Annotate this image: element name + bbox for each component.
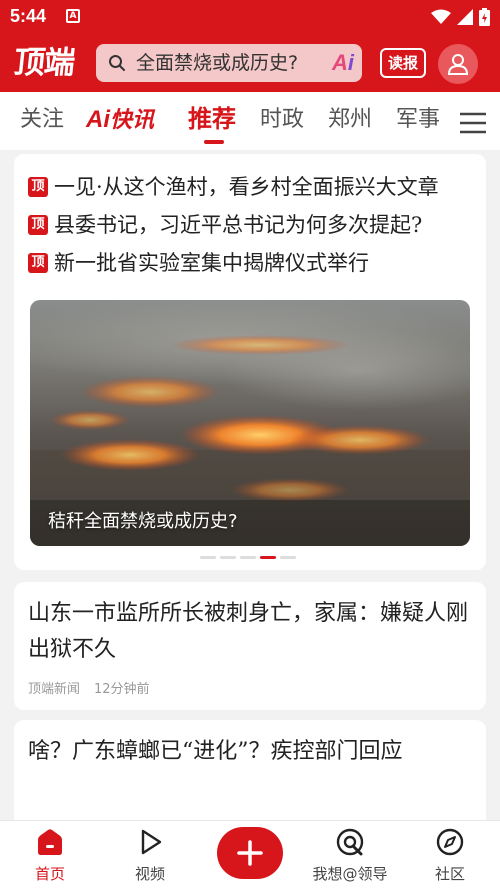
- at-leader-icon: [336, 828, 364, 856]
- compass-icon: [436, 828, 464, 856]
- ding-badge: 顶: [28, 253, 48, 273]
- nav-leader-label: 我想@领导: [312, 865, 388, 883]
- menu-icon[interactable]: [460, 112, 486, 134]
- search-placeholder: 全面禁烧或成历史?: [136, 52, 299, 74]
- tab-follow[interactable]: 关注: [20, 106, 64, 134]
- status-time: 5:44: [10, 6, 47, 26]
- signal-icon: [457, 9, 473, 25]
- news-time: 12分钟前: [94, 682, 150, 697]
- nav-home-label: 首页: [34, 865, 65, 883]
- tab-military[interactable]: 军事: [396, 106, 440, 134]
- carousel-dot: [240, 556, 256, 559]
- ding-badge: 顶: [28, 177, 48, 197]
- play-icon: [141, 829, 162, 855]
- headline-item[interactable]: 顶 新一批省实验室集中揭牌仪式举行: [28, 248, 369, 278]
- read-newspaper-button[interactable]: 读报: [380, 48, 426, 78]
- plus-icon: [237, 840, 263, 866]
- search-icon: [109, 55, 125, 71]
- tab-zhengzhou[interactable]: 郑州: [328, 106, 372, 134]
- news-meta: 顶端新闻 12分钟前: [28, 678, 150, 697]
- news-card[interactable]: 啥？广东蟑螂已“进化”？疾控部门回应: [14, 720, 486, 830]
- status-bar: 5:44 A: [0, 0, 500, 34]
- tab-ai-news[interactable]: Ai快讯: [86, 106, 154, 135]
- hero-caption: 秸秆全面禁烧或成历史?: [48, 511, 238, 532]
- user-profile-button[interactable]: [438, 44, 478, 84]
- news-title: 啥？广东蟑螂已“进化”？疾控部门回应: [28, 739, 403, 764]
- user-icon: [447, 54, 469, 75]
- carousel-dot: [220, 556, 236, 559]
- home-icon: [38, 829, 62, 855]
- headline-text: 县委书记，习近平总书记为何多次提起?: [54, 213, 423, 237]
- wifi-icon: [431, 9, 451, 24]
- nav-home[interactable]: 首页: [5, 821, 95, 888]
- nav-community[interactable]: 社区: [405, 821, 495, 888]
- channel-tabs: 关注 Ai快讯 推荐 时政 郑州 军事: [0, 92, 500, 150]
- carousel-dot: [280, 556, 296, 559]
- active-tab-indicator: [204, 140, 224, 144]
- ding-badge: 顶: [28, 215, 48, 235]
- bottom-navigation: 首页 视频 我想@领导 社区: [0, 820, 500, 888]
- search-bar[interactable]: 全面禁烧或成历史? Ai: [96, 44, 362, 82]
- top-news-card: 顶 一见·从这个渔村，看乡村全面振兴大文章 顶 县委书记，习近平总书记为何多次提…: [14, 154, 486, 570]
- hero-banner[interactable]: 秸秆全面禁烧或成历史?: [30, 300, 470, 546]
- tab-recommend[interactable]: 推荐: [188, 105, 236, 133]
- headline-item[interactable]: 顶 一见·从这个渔村，看乡村全面振兴大文章: [28, 172, 439, 202]
- news-card[interactable]: 山东一市监所所长被刺身亡，家属：嫌疑人刚出狱不久 顶端新闻 12分钟前: [14, 582, 486, 710]
- nav-video-label: 视频: [134, 865, 165, 883]
- carousel-dot: [200, 556, 216, 559]
- app-header: 顶端 全面禁烧或成历史? Ai 读报: [0, 34, 500, 92]
- app-logo: 顶端: [12, 45, 76, 81]
- carousel-dot-active: [260, 556, 276, 559]
- nav-video[interactable]: 视频: [105, 821, 195, 888]
- status-icons: [431, 7, 490, 27]
- nav-leader[interactable]: 我想@领导: [305, 821, 395, 888]
- tab-politics[interactable]: 时政: [260, 106, 304, 134]
- news-title: 山东一市监所所长被刺身亡，家属：嫌疑人刚出狱不久: [28, 601, 469, 662]
- headline-text: 一见·从这个渔村，看乡村全面振兴大文章: [54, 175, 439, 199]
- ai-search-icon[interactable]: Ai: [332, 51, 354, 75]
- carousel-indicator: [200, 556, 296, 559]
- headline-text: 新一批省实验室集中揭牌仪式举行: [54, 251, 369, 275]
- news-source: 顶端新闻: [28, 682, 81, 697]
- battery-icon: [479, 8, 490, 26]
- headline-item[interactable]: 顶 县委书记，习近平总书记为何多次提起?: [28, 210, 422, 240]
- post-button[interactable]: [217, 827, 283, 879]
- nav-community-label: 社区: [434, 865, 465, 883]
- app-notification-icon: A: [66, 9, 80, 23]
